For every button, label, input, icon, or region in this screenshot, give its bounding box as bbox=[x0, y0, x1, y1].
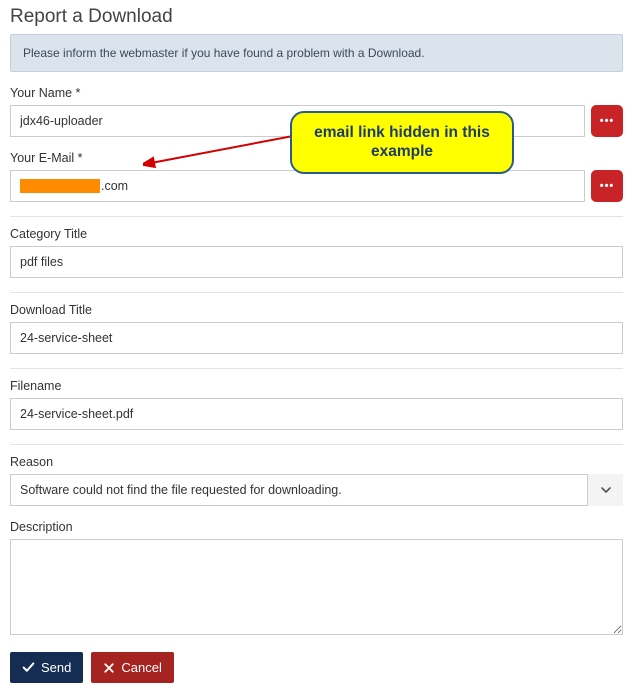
cancel-label: Cancel bbox=[121, 660, 161, 675]
description-textarea[interactable] bbox=[10, 539, 623, 635]
name-extra-button[interactable]: ••• bbox=[591, 105, 623, 137]
close-icon bbox=[103, 662, 115, 674]
annotation-callout: email link hidden in this example bbox=[290, 111, 514, 174]
info-banner: Please inform the webmaster if you have … bbox=[10, 34, 623, 72]
check-icon bbox=[22, 661, 35, 674]
category-label: Category Title bbox=[10, 227, 623, 241]
send-label: Send bbox=[41, 660, 71, 675]
email-extra-button[interactable]: ••• bbox=[591, 170, 623, 202]
category-input[interactable] bbox=[10, 246, 623, 278]
download-label: Download Title bbox=[10, 303, 623, 317]
divider bbox=[10, 444, 623, 445]
reason-select[interactable] bbox=[10, 474, 623, 506]
email-suffix: .com bbox=[101, 179, 128, 193]
name-label: Your Name * bbox=[10, 86, 623, 100]
field-reason: Reason bbox=[10, 455, 623, 506]
field-download-title: Download Title bbox=[10, 303, 623, 354]
divider bbox=[10, 292, 623, 293]
reason-label: Reason bbox=[10, 455, 623, 469]
email-input[interactable]: .com bbox=[10, 170, 585, 202]
field-category: Category Title bbox=[10, 227, 623, 278]
description-label: Description bbox=[10, 520, 623, 534]
divider bbox=[10, 216, 623, 217]
button-row: Send Cancel bbox=[10, 652, 623, 683]
page-title: Report a Download bbox=[10, 6, 623, 28]
form-container: Report a Download Please inform the webm… bbox=[10, 6, 623, 683]
send-button[interactable]: Send bbox=[10, 652, 83, 683]
field-filename: Filename bbox=[10, 379, 623, 430]
ellipsis-icon: ••• bbox=[600, 116, 615, 127]
field-description: Description bbox=[10, 520, 623, 638]
download-input[interactable] bbox=[10, 322, 623, 354]
email-redaction bbox=[20, 179, 100, 193]
divider bbox=[10, 368, 623, 369]
filename-label: Filename bbox=[10, 379, 623, 393]
cancel-button[interactable]: Cancel bbox=[91, 652, 173, 683]
ellipsis-icon: ••• bbox=[600, 181, 615, 192]
filename-input[interactable] bbox=[10, 398, 623, 430]
